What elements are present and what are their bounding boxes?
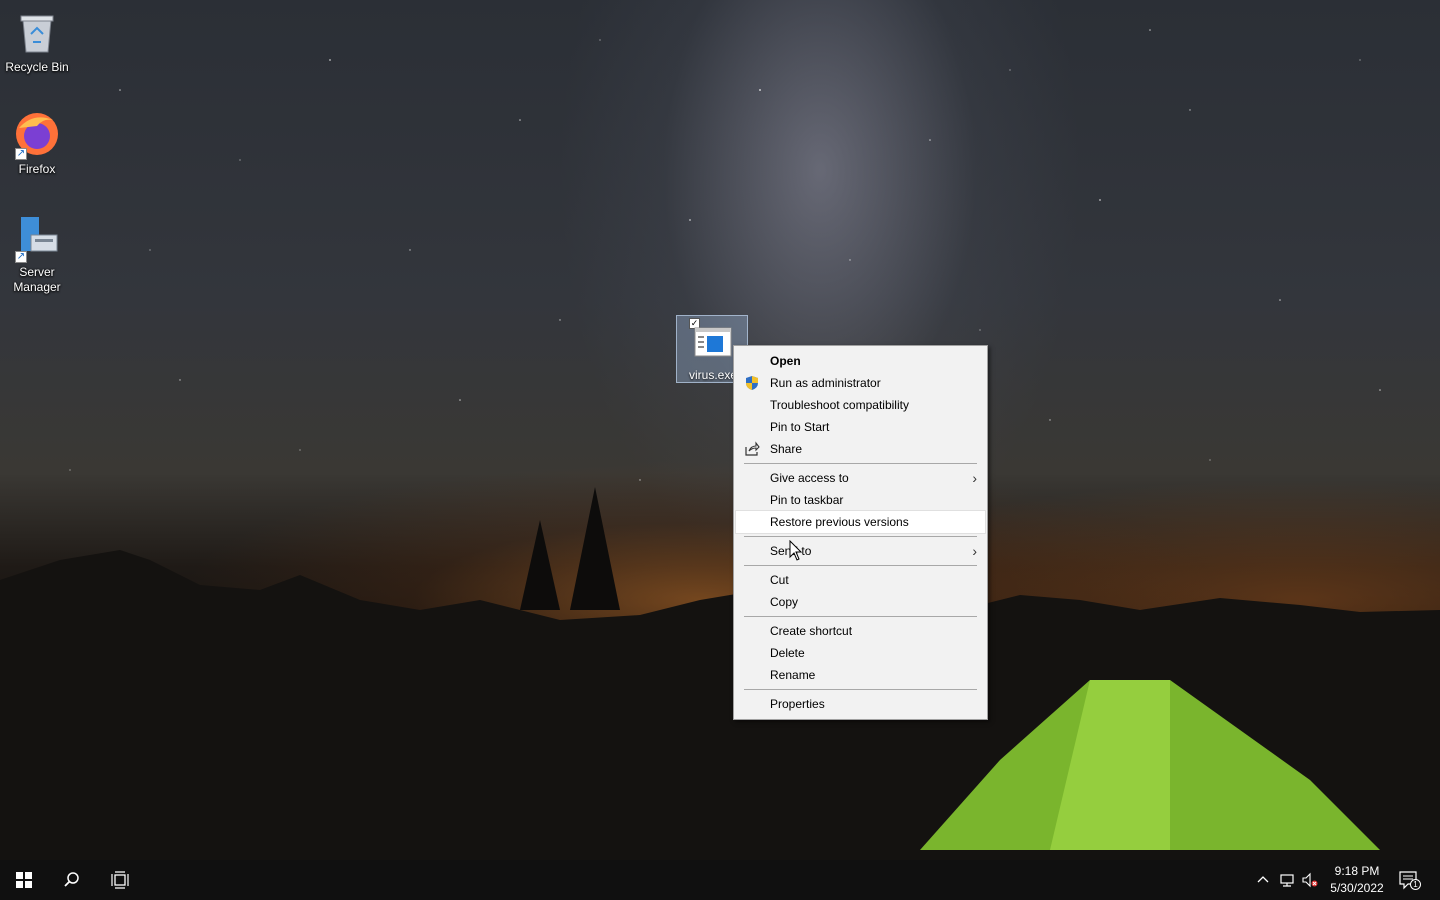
menu-item-label: Rename — [770, 668, 816, 682]
menu-separator — [744, 536, 977, 537]
menu-item-create-shortcut[interactable]: Create shortcut — [736, 620, 985, 642]
menu-item-pin-to-start[interactable]: Pin to Start — [736, 416, 985, 438]
menu-separator — [744, 616, 977, 617]
menu-separator — [744, 565, 977, 566]
clock-time: 9:18 PM — [1334, 864, 1380, 878]
task-view-icon — [111, 871, 129, 889]
menu-item-run-as-administrator[interactable]: Run as administrator — [736, 372, 985, 394]
submenu-chevron-right-icon: › — [972, 543, 977, 559]
server-manager-icon: ↗ — [13, 213, 61, 263]
menu-item-label: Properties — [770, 697, 825, 711]
uac-shield-icon — [746, 376, 758, 390]
mouse-pointer-icon — [789, 540, 803, 561]
wallpaper-scene — [0, 29, 1440, 860]
menu-item-label: Copy — [770, 595, 799, 609]
menu-item-share[interactable]: Share — [736, 438, 985, 460]
start-icon — [16, 872, 32, 888]
desktop-icon-server-manager[interactable]: ↗ Server Manager — [0, 213, 74, 295]
task-view-button[interactable] — [96, 860, 144, 900]
notification-count-badge: 1 — [1410, 879, 1421, 890]
menu-item-copy[interactable]: Copy — [736, 591, 985, 613]
desktop-icon-firefox[interactable]: ↗ Firefox — [0, 110, 74, 177]
menu-item-restore-previous-versions[interactable]: Restore previous versions — [735, 510, 986, 534]
start-button[interactable] — [0, 860, 48, 900]
search-button[interactable] — [48, 860, 96, 900]
menu-item-label: Create shortcut — [770, 624, 853, 638]
action-center-button[interactable]: 1 — [1398, 870, 1421, 890]
server-manager-label: Server Manager — [13, 265, 61, 294]
menu-item-pin-to-taskbar[interactable]: Pin to taskbar — [736, 489, 985, 511]
system-clock[interactable]: 9:18 PM 5/30/2022 — [1326, 863, 1388, 897]
desktop-icon-recycle-bin[interactable]: Recycle Bin — [0, 8, 74, 75]
firefox-label: Firefox — [18, 162, 56, 176]
menu-item-open[interactable]: Open — [736, 350, 985, 372]
menu-item-label: Run as administrator — [770, 376, 881, 390]
menu-item-label: Pin to Start — [770, 420, 830, 434]
menu-item-label: Pin to taskbar — [770, 493, 844, 507]
menu-item-label: Troubleshoot compatibility — [770, 398, 909, 412]
menu-item-troubleshoot-compatibility[interactable]: Troubleshoot compatibility — [736, 394, 985, 416]
show-hidden-icons-chevron-icon[interactable] — [1255, 872, 1271, 888]
submenu-chevron-right-icon: › — [972, 470, 977, 486]
menu-item-label: Cut — [770, 573, 789, 587]
menu-item-give-access-to[interactable]: Give access to › — [736, 467, 985, 489]
menu-separator — [744, 463, 977, 464]
taskbar: 9:18 PM 5/30/2022 1 — [0, 860, 1440, 900]
shortcut-arrow-icon: ↗ — [15, 148, 27, 160]
search-icon — [64, 872, 79, 887]
file-context-menu: Open Run as administrator Troubleshoot c… — [733, 345, 988, 720]
menu-item-label: Open — [770, 354, 801, 368]
network-icon[interactable] — [1279, 872, 1295, 888]
desktop-wallpaper — [0, 0, 1440, 860]
recycle-bin-icon — [13, 8, 61, 56]
menu-item-label: Share — [770, 442, 803, 456]
share-icon — [745, 441, 760, 456]
shortcut-arrow-icon: ↗ — [15, 251, 27, 263]
clock-date: 5/30/2022 — [1330, 881, 1384, 895]
menu-item-label: Give access to — [770, 471, 849, 485]
menu-item-label: Delete — [770, 646, 805, 660]
menu-item-delete[interactable]: Delete — [736, 642, 985, 664]
menu-item-cut[interactable]: Cut — [736, 569, 985, 591]
menu-item-send-to[interactable]: Send to › — [736, 540, 985, 562]
executable-icon — [694, 327, 732, 357]
menu-separator — [744, 689, 977, 690]
menu-item-properties[interactable]: Properties — [736, 693, 985, 715]
menu-item-rename[interactable]: Rename — [736, 664, 985, 686]
menu-item-label: Restore previous versions — [770, 515, 909, 529]
volume-muted-icon[interactable] — [1302, 872, 1318, 888]
recycle-bin-label: Recycle Bin — [5, 60, 69, 74]
firefox-icon: ↗ — [13, 110, 61, 160]
